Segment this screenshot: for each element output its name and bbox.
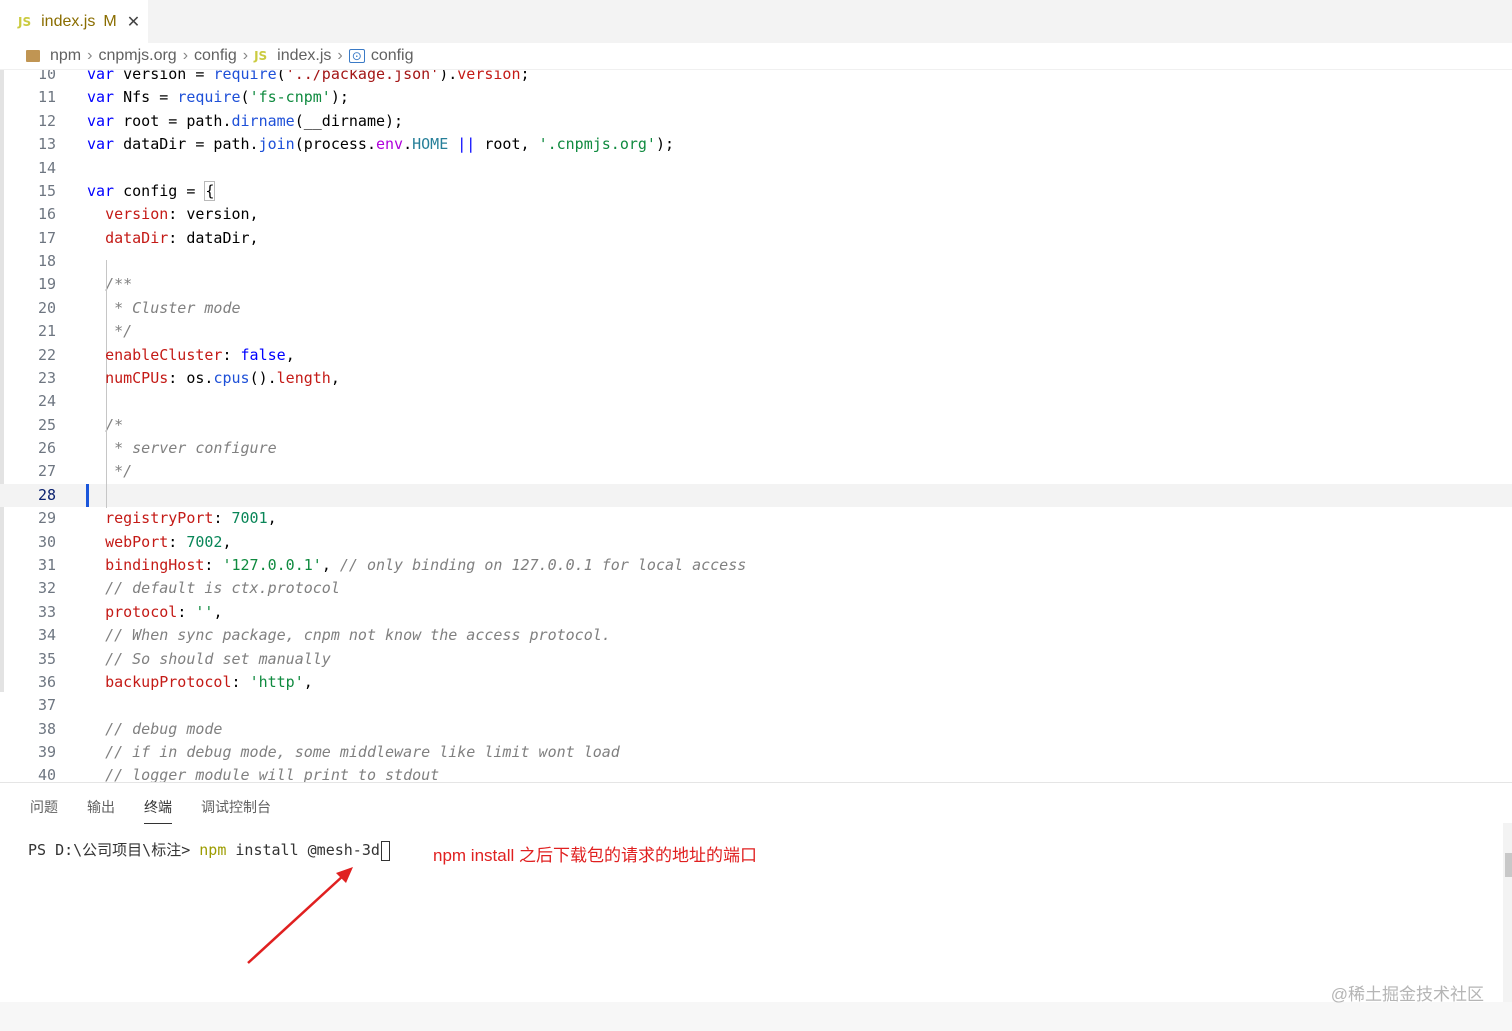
javascript-file-icon: JS <box>18 14 32 29</box>
code-line: 27 */ <box>37 462 133 480</box>
code-line: 25 /* <box>37 416 124 434</box>
code-line: 20 * Cluster mode <box>37 299 241 317</box>
code-line: 29 registryPort: 7001, <box>37 509 277 527</box>
terminal-args: install @mesh-3d <box>226 841 380 859</box>
code-line: 12 var root = path.dirname(__dirname); <box>37 112 404 130</box>
code-line: 21 */ <box>37 322 133 340</box>
variable-icon: ⊙ <box>348 49 365 63</box>
tab-output[interactable]: 输出 <box>87 797 115 824</box>
code-line: 22 enableCluster: false, <box>37 346 295 364</box>
chevron-right-icon: › <box>242 47 249 64</box>
code-line: 33 protocol: '', <box>37 603 223 621</box>
code-line: 13 var dataDir = path.join(process.env.HO… <box>37 135 675 153</box>
code-line: 30 webPort: 7002, <box>37 533 232 551</box>
annotation-text: npm install 之后下载包的请求的地址的端口 <box>433 846 757 865</box>
terminal-command: npm <box>199 841 227 859</box>
breadcrumb: npm › cnpmjs.org › config › JS index.js … <box>0 43 1512 70</box>
code-line: 10 var version = require('../package.json… <box>37 70 530 83</box>
watermark: @稀土掘金技术社区 <box>1330 985 1484 1004</box>
code-line: 38 // debug mode <box>37 720 223 738</box>
tab-bar: JS index.js M ✕ <box>0 0 1512 43</box>
panel-tabs: 问题 输出 终端 调试控制台 <box>30 797 300 824</box>
chevron-right-icon: › <box>87 47 93 64</box>
breadcrumb-item-config-folder[interactable]: config <box>194 47 237 65</box>
tab-index-js[interactable]: JS index.js M ✕ <box>0 0 148 43</box>
code-line: 36 backupProtocol: 'http', <box>37 673 313 691</box>
tab-debug-console[interactable]: 调试控制台 <box>201 797 271 824</box>
code-line: 23 numCPUs: os.cpus().length, <box>37 369 340 387</box>
code-line: 15 var config = { <box>37 181 216 201</box>
code-line: 26 * server configure <box>37 439 277 457</box>
terminal-scrollbar[interactable] <box>1503 823 1512 1003</box>
annotation-arrow-icon <box>247 867 353 964</box>
code-line: 31 bindingHost: '127.0.0.1', // only bin… <box>37 556 747 574</box>
terminal-cursor <box>380 840 390 861</box>
code-line: 40 // logger module will print to stdout <box>37 766 440 782</box>
close-icon[interactable]: ✕ <box>127 12 140 32</box>
bottom-panel: 问题 输出 终端 调试控制台 PS D:\公司项目\标注> npm instal… <box>0 782 1512 1003</box>
javascript-file-icon: JS <box>254 49 268 63</box>
code-line: 32 // default is ctx.protocol <box>37 579 340 597</box>
code-line: 17 dataDir: dataDir, <box>37 229 259 247</box>
indent-guide <box>106 420 107 508</box>
tab-terminal[interactable]: 终端 <box>144 797 172 824</box>
scrollbar-thumb[interactable] <box>1505 853 1512 877</box>
code-line: 37 <box>37 696 56 714</box>
code-line: 18 <box>37 252 56 270</box>
breadcrumb-item-cnpmjs[interactable]: cnpmjs.org <box>98 47 176 65</box>
folder-icon <box>26 50 40 62</box>
code-editor[interactable]: 10 var version = require('../package.json… <box>0 70 1512 782</box>
text-cursor <box>86 484 89 507</box>
chevron-right-icon: › <box>337 47 343 64</box>
code-line: 39 // if in debug mode, some middleware … <box>37 743 620 761</box>
code-line: 11 var Nfs = require('fs-cnpm'); <box>37 88 349 106</box>
code-line: 24 <box>37 392 56 410</box>
breadcrumb-item-index-js[interactable]: index.js <box>277 47 331 65</box>
terminal-line[interactable]: PS D:\公司项目\标注> npm install @mesh-3d <box>28 839 390 861</box>
indent-guide <box>106 280 107 340</box>
chevron-right-icon: › <box>182 47 189 64</box>
code-line-current[interactable]: 28 <box>0 484 1512 508</box>
tab-problems[interactable]: 问题 <box>30 797 58 824</box>
code-line: 14 <box>37 159 56 177</box>
tab-title: index.js <box>41 12 96 30</box>
breadcrumb-item-config-symbol[interactable]: config <box>371 47 414 65</box>
code-line: 16 version: version, <box>37 205 259 223</box>
code-line: 34 // When sync package, cnpm not know t… <box>37 626 611 644</box>
modified-indicator: M <box>103 12 117 30</box>
breadcrumb-item-npm[interactable]: npm <box>50 47 81 65</box>
terminal-prompt: PS D:\公司项目\标注> <box>28 841 200 859</box>
status-strip <box>0 1002 1512 1031</box>
code-line: 35 // So should set manually <box>37 650 331 668</box>
code-line: 19 /** <box>37 275 133 293</box>
